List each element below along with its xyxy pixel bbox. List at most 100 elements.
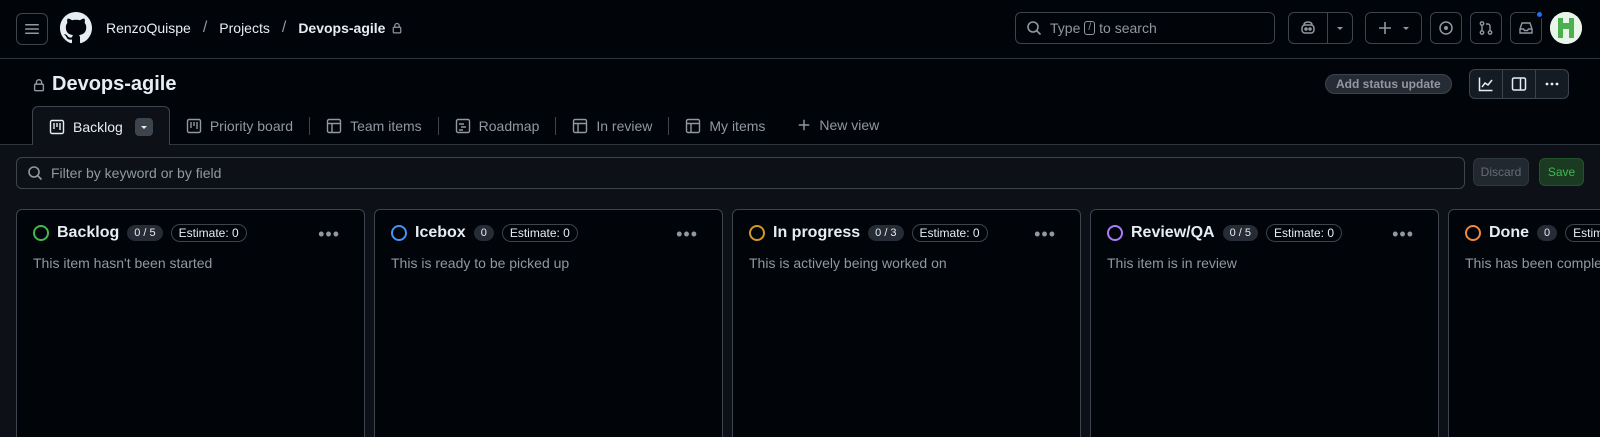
triangle-down-icon [140,125,147,129]
column-backlog: Backlog 0 / 5 Estimate: 0 ••• This item … [16,209,365,437]
breadcrumb-separator: / [202,19,208,36]
status-circle-icon [391,225,407,241]
tab-my-items[interactable]: My items [669,107,781,145]
identicon-icon [1550,12,1582,44]
triangle-down-icon [1402,27,1409,30]
save-button[interactable]: Save [1539,158,1584,186]
copilot-icon [1301,21,1315,34]
column-icebox: Icebox 0 Estimate: 0 ••• This is ready t… [374,209,723,437]
header-divider [1352,18,1353,40]
search-icon [28,166,43,181]
copilot-button-group [1288,12,1353,44]
lock-icon [391,22,403,34]
item-count-badge: 0 / 5 [127,225,163,241]
search-icon [1027,21,1042,36]
view-tabs: Backlog Priority board Team items Roadma… [32,106,895,146]
breadcrumb-projects[interactable]: Projects [219,20,270,36]
tab-roadmap[interactable]: Roadmap [439,107,556,145]
search-placeholder-suffix: to search [1099,20,1157,36]
menu-button[interactable] [16,13,48,45]
column-menu-icon[interactable]: ••• [1034,224,1056,245]
insights-button[interactable] [1470,70,1503,98]
tab-team-items[interactable]: Team items [310,107,438,145]
git-pull-request-icon [1479,21,1493,35]
project-toolbar [1469,69,1569,99]
column-menu-icon[interactable]: ••• [676,224,698,245]
tab-label: Roadmap [478,118,540,134]
column-description: This item is in review [1107,255,1237,271]
column-done: Done 0 Estimate: 0 This has been complet… [1448,209,1600,437]
table-icon [573,118,588,134]
column-menu-icon[interactable]: ••• [1392,224,1414,245]
issue-opened-icon [1439,21,1453,35]
plus-icon [799,119,810,131]
column-in-progress: In progress 0 / 3 Estimate: 0 ••• This i… [732,209,1081,437]
column-header: Icebox 0 Estimate: 0 [391,224,578,242]
item-count-badge: 0 / 3 [868,225,904,241]
pull-requests-button[interactable] [1470,12,1502,44]
status-circle-icon [1107,225,1123,241]
notifications-button[interactable] [1510,10,1544,44]
project-title-text: Devops-agile [52,73,177,95]
estimate-badge: Estimate: 0 [1565,224,1600,242]
table-icon [326,118,342,134]
status-circle-icon [749,225,765,241]
column-header: In progress 0 / 3 Estimate: 0 [749,224,988,242]
kebab-horizontal-icon [1545,82,1559,86]
status-circle-icon [33,225,49,241]
tab-in-review[interactable]: In review [556,107,668,145]
roadmap-icon [455,118,470,134]
inbox-icon [1519,22,1533,34]
column-review-qa: Review/QA 0 / 5 Estimate: 0 ••• This ite… [1090,209,1439,437]
copilot-button[interactable] [1289,13,1327,43]
new-view-label: New view [819,117,880,133]
project-header: Devops-agile Add status update Backlog P… [0,59,1600,146]
search-shortcut-key: / [1084,21,1096,35]
unread-indicator [1535,10,1544,19]
table-icon [686,118,701,134]
create-new-button[interactable] [1365,12,1422,44]
board-icon [49,119,65,134]
new-view-button[interactable]: New view [781,107,895,145]
column-title: Review/QA [1131,224,1215,241]
global-header: RenzoQuispe / Projects / Devops-agile Ty… [0,0,1600,59]
tab-label: Backlog [73,118,123,135]
breadcrumb-owner[interactable]: RenzoQuispe [106,20,191,36]
copilot-dropdown-button[interactable] [1327,13,1352,43]
toggle-sidebar-button[interactable] [1503,70,1536,98]
estimate-badge: Estimate: 0 [1266,224,1343,242]
hamburger-icon [25,24,39,34]
search-placeholder-prefix: Type [1050,20,1081,36]
plus-icon [1378,22,1391,34]
github-logo-icon[interactable] [60,12,92,44]
tab-backlog[interactable]: Backlog [32,106,170,146]
column-title: Icebox [415,224,466,241]
more-options-button[interactable] [1536,70,1568,98]
tab-label: Team items [350,118,422,134]
discard-button[interactable]: Discard [1473,158,1529,186]
breadcrumb-separator: / [281,19,287,36]
avatar[interactable] [1550,12,1582,44]
tab-label: My items [709,118,766,134]
estimate-badge: Estimate: 0 [501,224,578,242]
issues-button[interactable] [1430,12,1462,44]
column-header: Backlog 0 / 5 Estimate: 0 [33,224,247,242]
search-input[interactable]: Type / to search [1015,12,1275,44]
lock-icon [33,78,45,91]
column-menu-icon[interactable]: ••• [318,224,340,245]
item-count-badge: 0 [1537,225,1558,241]
column-title: In progress [773,224,861,241]
tab-priority-board[interactable]: Priority board [170,107,309,145]
breadcrumb: RenzoQuispe / Projects / Devops-agile [106,19,403,37]
column-header: Done 0 Estimate: 0 [1465,224,1600,242]
breadcrumb-project[interactable]: Devops-agile [298,20,385,36]
add-status-update-button[interactable]: Add status update [1325,74,1452,94]
tab-label: Priority board [209,118,294,134]
tab-options-button[interactable] [134,117,153,136]
column-description: This has been completed [1465,255,1600,271]
estimate-badge: Estimate: 0 [170,224,247,242]
column-description: This is ready to be picked up [391,255,570,271]
status-circle-icon [1465,225,1481,241]
filter-input[interactable]: Filter by keyword or by field [16,157,1465,189]
item-count-badge: 0 / 5 [1222,225,1258,241]
